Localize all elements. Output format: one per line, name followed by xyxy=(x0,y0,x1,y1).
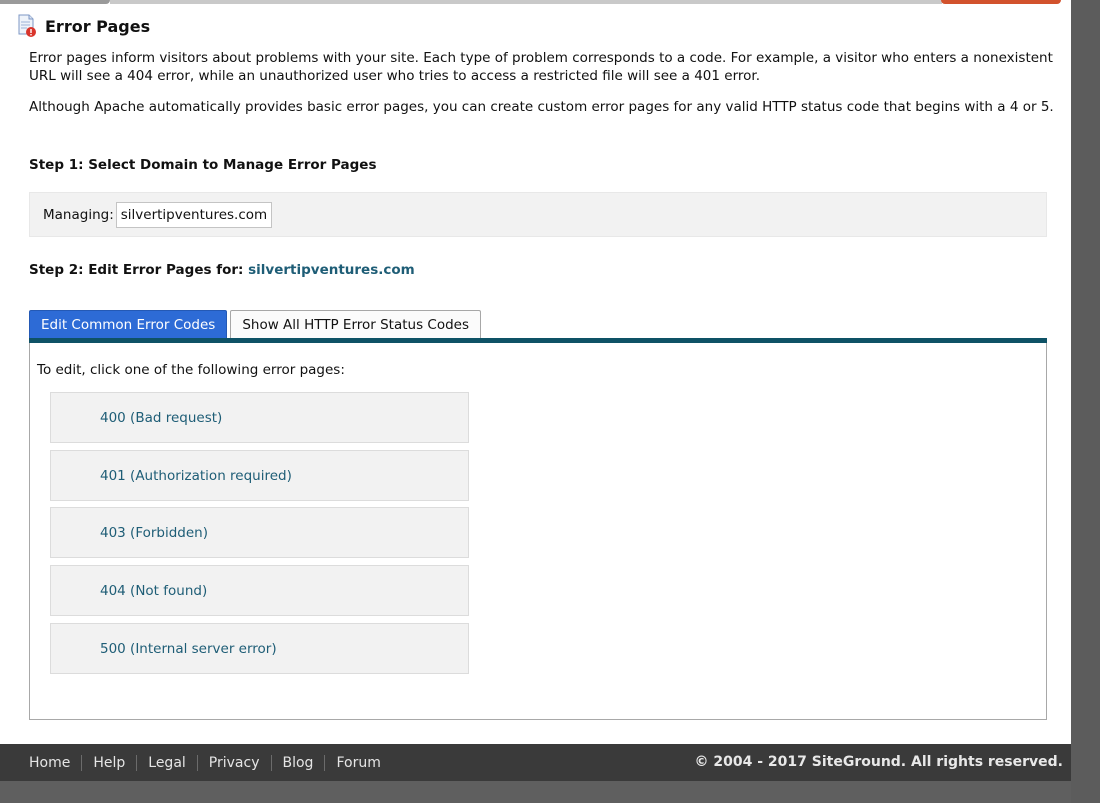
backdrop-bottom xyxy=(0,781,1071,803)
domain-selector-panel: Managing: silvertipventures.com xyxy=(29,192,1047,237)
document-error-icon xyxy=(16,14,38,38)
intro-paragraph-2: Although Apache automatically provides b… xyxy=(29,99,1054,115)
footer: Home Help Legal Privacy Blog Forum © 200… xyxy=(0,744,1071,781)
domain-select[interactable]: silvertipventures.com xyxy=(115,201,273,228)
step2-domain: silvertipventures.com xyxy=(248,262,415,278)
tab-show-all-http-error-status-codes[interactable]: Show All HTTP Error Status Codes xyxy=(230,310,482,339)
footer-separator xyxy=(324,754,326,771)
footer-link-privacy[interactable]: Privacy xyxy=(209,755,260,771)
error-page-link-404[interactable]: 404 (Not found) xyxy=(100,583,207,599)
top-edge-left xyxy=(0,0,110,4)
footer-separator xyxy=(196,754,198,771)
step2-heading: Step 2: Edit Error Pages for: silvertipv… xyxy=(29,262,415,278)
footer-link-help[interactable]: Help xyxy=(93,755,125,771)
instructions-text: To edit, click one of the following erro… xyxy=(37,362,345,378)
error-page-item[interactable]: 400 (Bad request) xyxy=(50,392,469,443)
footer-link-legal[interactable]: Legal xyxy=(148,755,186,771)
footer-separator xyxy=(270,754,272,771)
step2-heading-prefix: Step 2: Edit Error Pages for: xyxy=(29,262,249,278)
intro-paragraph-1: Error pages inform visitors about proble… xyxy=(29,50,1053,84)
error-page-item[interactable]: 403 (Forbidden) xyxy=(50,507,469,558)
error-page-link-403[interactable]: 403 (Forbidden) xyxy=(100,525,208,541)
footer-separator xyxy=(136,754,138,771)
tab-bar: Edit Common Error Codes Show All HTTP Er… xyxy=(29,310,484,339)
footer-link-home[interactable]: Home xyxy=(29,755,70,771)
main-panel: Error Pages Error pages inform visitors … xyxy=(0,0,1071,744)
footer-link-blog[interactable]: Blog xyxy=(283,755,314,771)
backdrop-right xyxy=(1071,0,1100,803)
page-title: Error Pages xyxy=(45,16,151,36)
footer-link-forum[interactable]: Forum xyxy=(336,755,380,771)
page-header: Error Pages xyxy=(16,13,150,39)
error-page-link-401[interactable]: 401 (Authorization required) xyxy=(100,468,292,484)
footer-separator xyxy=(81,754,83,771)
error-page-link-500[interactable]: 500 (Internal server error) xyxy=(100,641,277,657)
step1-heading: Step 1: Select Domain to Manage Error Pa… xyxy=(29,157,377,173)
error-page-item[interactable]: 401 (Authorization required) xyxy=(50,450,469,501)
copyright-text: © 2004 - 2017 SiteGround. All rights res… xyxy=(694,754,1063,770)
tab-edit-common-error-codes[interactable]: Edit Common Error Codes xyxy=(29,310,228,339)
tab-content: To edit, click one of the following erro… xyxy=(29,343,1047,720)
error-page-item[interactable]: 500 (Internal server error) xyxy=(50,623,469,674)
managing-label: Managing: xyxy=(43,206,114,223)
error-page-link-400[interactable]: 400 (Bad request) xyxy=(100,410,222,426)
top-edge-accent xyxy=(941,0,1061,4)
top-edge-middle xyxy=(110,0,942,4)
error-page-item[interactable]: 404 (Not found) xyxy=(50,565,469,616)
